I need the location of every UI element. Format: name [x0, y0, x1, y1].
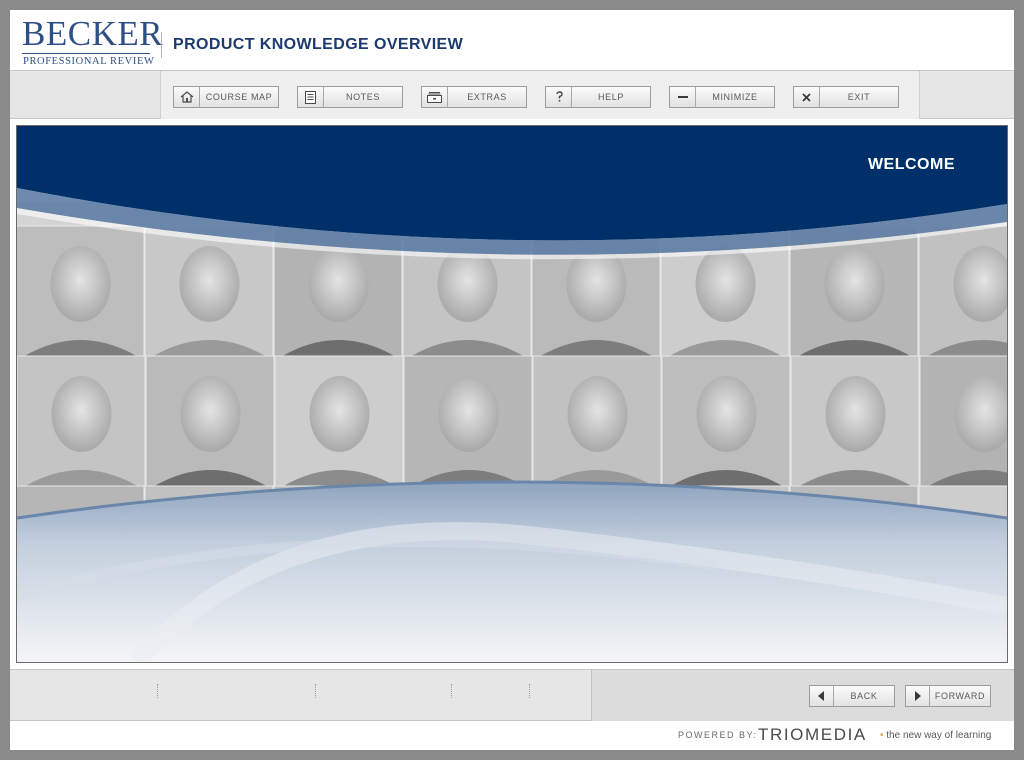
progress-divider [451, 684, 452, 698]
course-player-window: BECKER PROFESSIONAL REVIEW PRODUCT KNOWL… [10, 10, 1014, 750]
triomedia-logo: TRIOMEDIA [758, 725, 867, 744]
arrow-left-icon [810, 686, 834, 706]
logo-rule [22, 53, 150, 54]
help-button[interactable]: HELP [545, 86, 651, 108]
portrait-face [438, 376, 499, 452]
minimize-label: MINIMIZE [712, 92, 758, 102]
notes-button[interactable]: NOTES [297, 86, 403, 108]
document-icon [298, 87, 324, 107]
progress-divider [315, 684, 316, 698]
back-button[interactable]: BACK [809, 685, 895, 707]
arrow-right-icon [906, 686, 930, 706]
home-icon [174, 87, 200, 107]
close-icon [794, 87, 820, 107]
progress-divider [529, 684, 530, 698]
toolbar-button-group: COURSE MAP NOTES EXTRAS HELP MINIMIZE EX… [160, 71, 920, 119]
becker-logo: BECKER PROFESSIONAL REVIEW [22, 14, 164, 67]
course-title: PRODUCT KNOWLEDGE OVERVIEW [173, 36, 464, 53]
portrait-face [51, 376, 112, 452]
portrait-face [50, 246, 111, 322]
exit-label: EXIT [847, 92, 871, 102]
tagline-text: the new way of learning [886, 730, 992, 741]
footer: POWERED BY: TRIOMEDIA • the new way of l… [10, 722, 1014, 750]
portrait-face [824, 246, 885, 322]
content-stage: WELCOME [16, 125, 1008, 663]
logo-wordmark: BECKER [22, 14, 164, 53]
portrait-face [308, 246, 369, 322]
portrait-face [567, 376, 628, 452]
minimize-button[interactable]: MINIMIZE [669, 86, 775, 108]
tagline: • the new way of learning [880, 730, 991, 741]
course-map-label: COURSE MAP [205, 92, 273, 102]
welcome-heading: WELCOME [867, 156, 955, 173]
exit-button[interactable]: EXIT [793, 86, 899, 108]
extras-label: EXTRAS [467, 92, 507, 102]
welcome-banner-graphic [17, 126, 1007, 662]
title-divider [161, 32, 162, 58]
header: BECKER PROFESSIONAL REVIEW PRODUCT KNOWL… [10, 10, 1014, 71]
extras-button[interactable]: EXTRAS [421, 86, 527, 108]
portrait-face [309, 376, 370, 452]
portrait-face [825, 376, 886, 452]
progress-divider [157, 684, 158, 698]
back-label: BACK [850, 691, 878, 701]
navigation-panel: BACK FORWARD [591, 670, 1014, 721]
portrait-face [696, 376, 757, 452]
filing-cabinet-icon [422, 87, 448, 107]
toolbar: COURSE MAP NOTES EXTRAS HELP MINIMIZE EX… [10, 71, 1014, 119]
bottom-bar: BACK FORWARD [10, 669, 1014, 721]
logo-subtitle: PROFESSIONAL REVIEW [23, 56, 155, 67]
course-map-button[interactable]: COURSE MAP [173, 86, 279, 108]
notes-label: NOTES [345, 92, 380, 102]
portrait-face [179, 246, 240, 322]
help-label: HELP [598, 92, 624, 102]
portrait-face [695, 246, 756, 322]
forward-button[interactable]: FORWARD [905, 685, 991, 707]
question-icon [546, 87, 572, 107]
minus-icon [670, 87, 696, 107]
forward-label: FORWARD [934, 691, 986, 701]
portrait-face [180, 376, 241, 452]
powered-by-label: POWERED BY: [678, 730, 758, 740]
